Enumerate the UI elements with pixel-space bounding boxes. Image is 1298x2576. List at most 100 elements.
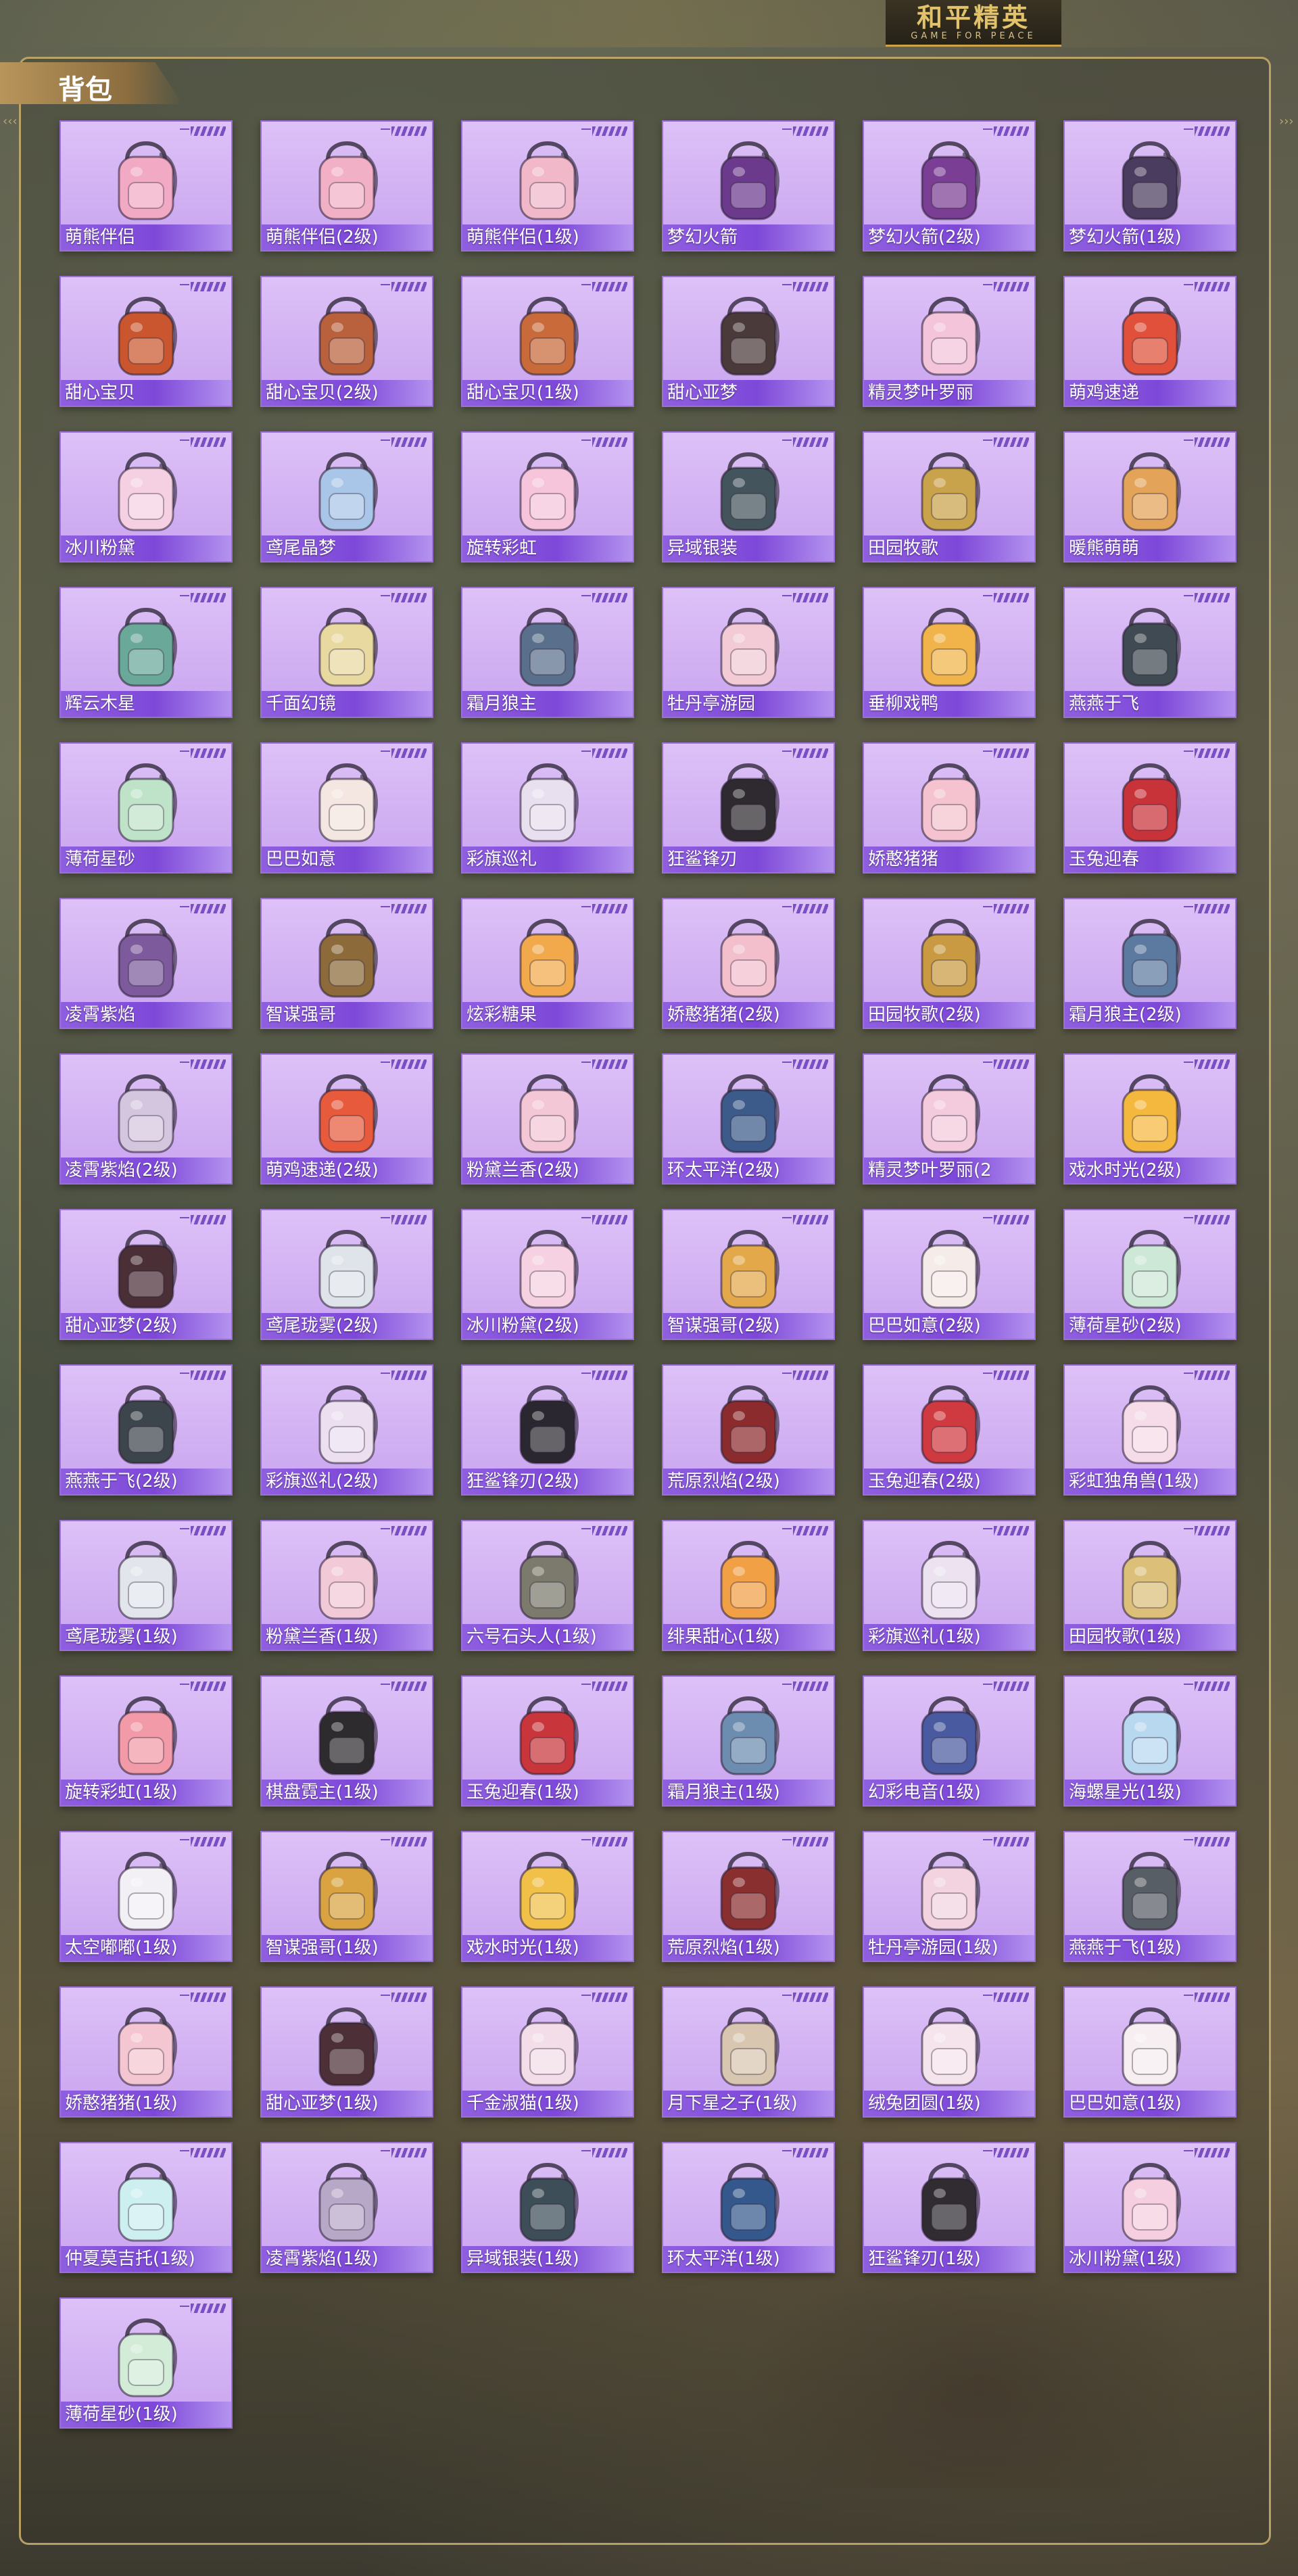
backpack-item-card[interactable]: 精灵梦叶罗丽 (863, 276, 1036, 407)
backpack-item-card[interactable]: 冰川粉黛(2级) (461, 1209, 634, 1340)
backpack-item-card[interactable]: 甜心亚梦(1级) (260, 1986, 433, 2118)
tier-stripes (581, 593, 627, 602)
wing-backpack-icon (1108, 2155, 1192, 2249)
backpack-item-card[interactable]: 玉兔迎春(1级) (461, 1675, 634, 1807)
wolf-backpack-icon (506, 600, 590, 694)
backpack-item-card[interactable]: 冰川粉黛(1级) (1063, 2142, 1236, 2273)
backpack-item-card[interactable]: 彩旗巡礼 (461, 742, 634, 874)
backpack-item-card[interactable]: 牡丹亭游园 (662, 587, 835, 718)
backpack-item-card[interactable]: 粉黛兰香(2级) (461, 1053, 634, 1185)
backpack-item-card[interactable]: 智谋强哥(1级) (260, 1831, 433, 1962)
backpack-item-card[interactable]: 薄荷星砂(2级) (1063, 1209, 1236, 1340)
tier-stripes (180, 1370, 226, 1380)
backpack-item-card[interactable]: 甜心宝贝 (59, 276, 233, 407)
backpack-item-card[interactable]: 环太平洋(2级) (662, 1053, 835, 1185)
backpack-item-card[interactable]: 田园牧歌 (863, 431, 1036, 563)
backpack-item-card[interactable]: 鸢尾珑雾(2级) (260, 1209, 433, 1340)
backpack-item-card[interactable]: 冰川粉黛 (59, 431, 233, 563)
pink-bear-backpack-icon (104, 134, 188, 227)
backpack-item-card[interactable]: 娇憨猪猪(1级) (59, 1986, 233, 2118)
backpack-item-card[interactable]: 戏水时光(2级) (1063, 1053, 1236, 1185)
backpack-item-card[interactable]: 凌霄紫焰(1级) (260, 2142, 433, 2273)
backpack-item-card[interactable]: 萌熊伴侣(1级) (461, 120, 634, 252)
backpack-item-card[interactable]: 智谋强哥(2级) (662, 1209, 835, 1340)
backpack-item-card[interactable]: 旋转彩虹(1级) (59, 1675, 233, 1807)
item-name: 戏水时光(2级) (1069, 1160, 1182, 1180)
backpack-item-card[interactable]: 彩虹独角兽(1级) (1063, 1364, 1236, 1496)
backpack-item-card[interactable]: 彩旗巡礼(1级) (863, 1520, 1036, 1651)
backpack-item-card[interactable]: 甜心宝贝(1级) (461, 276, 634, 407)
duck-backpack-icon (506, 1844, 590, 1938)
backpack-item-card[interactable]: 梦幻火箭 (662, 120, 835, 252)
backpack-item-card[interactable]: 狂鲨锋刃(2级) (461, 1364, 634, 1496)
backpack-item-card[interactable]: 霜月狼主(2级) (1063, 898, 1236, 1029)
backpack-item-card[interactable]: 巴巴如意(1级) (1063, 1986, 1236, 2118)
backpack-item-card[interactable]: 月下星之子(1级) (662, 1986, 835, 2118)
item-name: 旋转彩虹(1级) (65, 1782, 178, 1803)
backpack-item-card[interactable]: 萌熊伴侣(2级) (260, 120, 433, 252)
backpack-item-card[interactable]: 智谋强哥 (260, 898, 433, 1029)
backpack-item-card[interactable]: 仲夏莫吉托(1级) (59, 2142, 233, 2273)
backpack-item-card[interactable]: 薄荷星砂 (59, 742, 233, 874)
backpack-item-card[interactable]: 太空嘟嘟(1级) (59, 1831, 233, 1962)
backpack-item-card[interactable]: 巴巴如意 (260, 742, 433, 874)
backpack-item-card[interactable]: 精灵梦叶罗丽(2 (863, 1053, 1036, 1185)
backpack-item-card[interactable]: 甜心宝贝(2级) (260, 276, 433, 407)
backpack-item-card[interactable]: 鸢尾珑雾(1级) (59, 1520, 233, 1651)
backpack-item-card[interactable]: 彩旗巡礼(2级) (260, 1364, 433, 1496)
metal-backpack-icon (506, 2155, 590, 2249)
backpack-item-card[interactable]: 燕燕于飞(1级) (1063, 1831, 1236, 1962)
tier-stripes (381, 282, 427, 291)
backpack-item-card[interactable]: 狂鲨锋刃 (662, 742, 835, 874)
backpack-item-card[interactable]: 异域银装(1级) (461, 2142, 634, 2273)
item-name: 薄荷星砂(1级) (65, 2404, 178, 2425)
backpack-item-card[interactable]: 垂柳戏鸭 (863, 587, 1036, 718)
backpack-item-card[interactable]: 海螺星光(1级) (1063, 1675, 1236, 1807)
backpack-item-card[interactable]: 萌鸡速递 (1063, 276, 1236, 407)
backpack-item-card[interactable]: 辉云木星 (59, 587, 233, 718)
backpack-item-card[interactable]: 娇憨猪猪 (863, 742, 1036, 874)
backpack-item-card[interactable]: 牡丹亭游园(1级) (863, 1831, 1036, 1962)
item-name: 太空嘟嘟(1级) (65, 1938, 178, 1958)
backpack-item-card[interactable]: 鸢尾晶梦 (260, 431, 433, 563)
backpack-item-card[interactable]: 绒兔团圆(1级) (863, 1986, 1036, 2118)
item-name: 牡丹亭游园 (667, 694, 756, 714)
backpack-item-card[interactable]: 环太平洋(1级) (662, 2142, 835, 2273)
backpack-item-card[interactable]: 千面幻镜 (260, 587, 433, 718)
backpack-item-card[interactable]: 玉兔迎春 (1063, 742, 1236, 874)
backpack-item-card[interactable]: 凌霄紫焰(2级) (59, 1053, 233, 1185)
backpack-item-card[interactable]: 棋盘霓主(1级) (260, 1675, 433, 1807)
backpack-item-card[interactable]: 梦幻火箭(2级) (863, 120, 1036, 252)
backpack-item-card[interactable]: 燕燕于飞 (1063, 587, 1236, 718)
backpack-item-card[interactable]: 田园牧歌(2级) (863, 898, 1036, 1029)
backpack-item-card[interactable]: 萌熊伴侣 (59, 120, 233, 252)
backpack-item-card[interactable]: 六号石头人(1级) (461, 1520, 634, 1651)
backpack-item-card[interactable]: 旋转彩虹 (461, 431, 634, 563)
backpack-item-card[interactable]: 凌霄紫焰 (59, 898, 233, 1029)
backpack-item-card[interactable]: 狂鲨锋刃(1级) (863, 2142, 1036, 2273)
backpack-item-card[interactable]: 绯果甜心(1级) (662, 1520, 835, 1651)
backpack-item-card[interactable]: 甜心亚梦 (662, 276, 835, 407)
backpack-item-card[interactable]: 炫彩糖果 (461, 898, 634, 1029)
backpack-item-card[interactable]: 燕燕于飞(2级) (59, 1364, 233, 1496)
backpack-item-card[interactable]: 梦幻火箭(1级) (1063, 120, 1236, 252)
backpack-item-card[interactable]: 异域银装 (662, 431, 835, 563)
bear-backpack-icon (1108, 445, 1192, 538)
tier-stripes (782, 748, 828, 758)
backpack-item-card[interactable]: 荒原烈焰(1级) (662, 1831, 835, 1962)
backpack-item-card[interactable]: 巴巴如意(2级) (863, 1209, 1036, 1340)
backpack-item-card[interactable]: 霜月狼主 (461, 587, 634, 718)
backpack-item-card[interactable]: 暖熊萌萌 (1063, 431, 1236, 563)
backpack-item-card[interactable]: 甜心亚梦(2级) (59, 1209, 233, 1340)
backpack-item-card[interactable]: 田园牧歌(1级) (1063, 1520, 1236, 1651)
backpack-item-card[interactable]: 薄荷星砂(1级) (59, 2297, 233, 2429)
backpack-item-card[interactable]: 娇憨猪猪(2级) (662, 898, 835, 1029)
backpack-item-card[interactable]: 戏水时光(1级) (461, 1831, 634, 1962)
backpack-item-card[interactable]: 霜月狼主(1级) (662, 1675, 835, 1807)
backpack-item-card[interactable]: 萌鸡速递(2级) (260, 1053, 433, 1185)
backpack-item-card[interactable]: 幻彩电音(1级) (863, 1675, 1036, 1807)
backpack-item-card[interactable]: 玉兔迎春(2级) (863, 1364, 1036, 1496)
backpack-item-card[interactable]: 粉黛兰香(1级) (260, 1520, 433, 1651)
backpack-item-card[interactable]: 荒原烈焰(2级) (662, 1364, 835, 1496)
backpack-item-card[interactable]: 千金淑猫(1级) (461, 1986, 634, 2118)
